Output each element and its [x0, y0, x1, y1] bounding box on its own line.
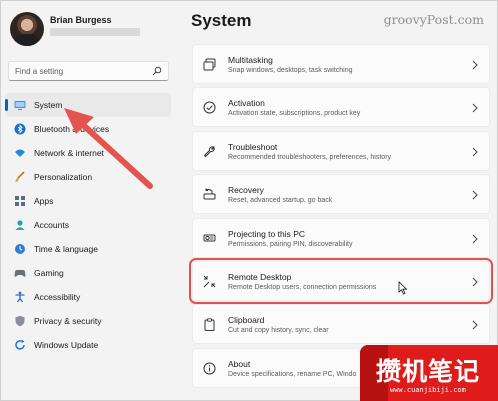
chevron-right-icon	[472, 190, 478, 200]
chevron-right-icon	[472, 60, 478, 70]
mouse-cursor-icon	[398, 281, 408, 295]
setting-clipboard[interactable]: Clipboard Cut and copy history, sync, cl…	[192, 304, 490, 345]
logo-url: www.cuanjibiji.com	[390, 386, 466, 394]
wifi-icon	[15, 149, 25, 157]
sidebar-item-label: Apps	[34, 196, 54, 206]
setting-description: Activation state, subscriptions, product…	[228, 110, 361, 118]
sidebar-item-label: Personalization	[34, 172, 93, 182]
setting-title: About	[228, 358, 251, 369]
sidebar-item-label: Windows Update	[34, 340, 99, 350]
setting-recovery[interactable]: Recovery Reset, advanced startup, go bac…	[192, 174, 490, 215]
check-circle-icon	[203, 101, 216, 114]
clipboard-icon	[204, 318, 215, 332]
sidebar-item-label: Time & language	[34, 244, 98, 254]
user-profile[interactable]: Brian Burgess	[10, 12, 180, 48]
person-icon	[15, 220, 25, 230]
info-icon	[203, 362, 216, 375]
sidebar-item-label: Bluetooth & devices	[34, 124, 110, 134]
setting-title: Multitasking	[228, 55, 273, 65]
setting-troubleshoot[interactable]: Troubleshoot Recommended troubleshooters…	[192, 130, 490, 171]
sidebar-nav: System Bluetooth & devices Network & int…	[5, 93, 171, 357]
sidebar-item-gaming[interactable]: Gaming	[5, 261, 171, 285]
setting-title: Troubleshoot	[228, 141, 278, 152]
sidebar-item-personalization[interactable]: Personalization	[5, 165, 171, 189]
chevron-right-icon	[472, 147, 478, 157]
setting-title: Activation	[228, 98, 265, 109]
setting-title: Recovery	[228, 185, 264, 196]
sidebar-item-label: Accounts	[34, 220, 69, 230]
chevron-right-icon	[472, 234, 478, 243]
settings-list: Multitasking Snap windows, desktops, tas…	[189, 44, 493, 391]
setting-title: Projecting to this PC	[228, 228, 306, 239]
search-placeholder: Find a setting	[15, 67, 64, 76]
sidebar-item-label: Privacy & security	[34, 316, 102, 326]
search-input[interactable]: Find a setting	[8, 61, 169, 81]
sidebar-item-accounts[interactable]: Accounts	[5, 213, 171, 237]
setting-description: Snap windows, desktops, task switching	[228, 67, 353, 74]
sidebar-item-privacy[interactable]: Privacy & security	[5, 309, 171, 333]
user-email-redacted	[50, 28, 140, 36]
remote-desktop-icon	[203, 275, 216, 288]
chevron-right-icon	[472, 320, 478, 330]
watermark: groovyPost.com	[383, 12, 484, 27]
setting-activation[interactable]: Activation Activation state, subscriptio…	[192, 87, 490, 128]
setting-description: Device specifications, rename PC, Windo	[228, 370, 357, 378]
gamepad-icon	[14, 270, 26, 277]
setting-title: Clipboard	[228, 315, 265, 326]
multitasking-icon	[203, 58, 216, 71]
apps-icon	[15, 196, 25, 206]
brush-icon	[15, 171, 25, 182]
sidebar-item-network[interactable]: Network & internet	[5, 141, 171, 165]
chevron-right-icon	[472, 104, 478, 113]
setting-description: Cut and copy history, sync, clear	[228, 327, 329, 335]
sidebar-item-windows-update[interactable]: Windows Update	[5, 333, 171, 357]
chevron-right-icon	[472, 277, 478, 287]
site-logo: 攒机笔记 www.cuanjibiji.com	[360, 345, 498, 401]
setting-title: Remote Desktop	[228, 271, 292, 282]
accessibility-icon	[15, 291, 25, 303]
recovery-icon	[203, 188, 216, 200]
setting-remote-desktop[interactable]: Remote Desktop Remote Desktop users, con…	[189, 257, 493, 304]
avatar[interactable]	[10, 12, 44, 46]
bluetooth-icon	[14, 123, 26, 135]
sidebar: Brian Burgess Find a setting System Blue…	[0, 0, 178, 401]
setting-description: Permissions, pairing PIN, discoverabilit…	[228, 240, 353, 248]
setting-description: Reset, advanced startup, go back	[228, 197, 333, 205]
sidebar-item-label: Network & internet	[34, 148, 104, 158]
monitor-icon	[14, 101, 26, 110]
update-icon	[15, 339, 25, 350]
sidebar-item-label: Accessibility	[34, 292, 81, 302]
shield-icon	[15, 315, 25, 327]
user-name: Brian Burgess	[50, 15, 112, 25]
page-title: System	[191, 11, 252, 30]
setting-multitasking[interactable]: Multitasking Snap windows, desktops, tas…	[192, 44, 490, 84]
setting-projecting[interactable]: Projecting to this PC Permissions, pairi…	[192, 217, 490, 258]
logo-text: 攒机笔记	[376, 357, 481, 386]
setting-description: Recommended troubleshooters, preferences…	[228, 153, 392, 161]
setting-description: Remote Desktop users, connection permiss…	[228, 283, 377, 291]
sidebar-item-bluetooth[interactable]: Bluetooth & devices	[5, 117, 171, 141]
main-content: System groovyPost.com Multitasking Snap …	[178, 0, 498, 401]
sidebar-item-time-language[interactable]: Time & language	[5, 237, 171, 261]
sidebar-item-accessibility[interactable]: Accessibility	[5, 285, 171, 309]
search-icon[interactable]	[152, 66, 162, 76]
sidebar-item-system[interactable]: System	[5, 93, 171, 117]
sidebar-item-label: Gaming	[34, 268, 64, 278]
wrench-icon	[203, 146, 215, 157]
projector-icon	[203, 234, 216, 242]
globe-clock-icon	[15, 244, 25, 254]
sidebar-item-apps[interactable]: Apps	[5, 189, 171, 213]
sidebar-item-label: System	[34, 100, 63, 110]
